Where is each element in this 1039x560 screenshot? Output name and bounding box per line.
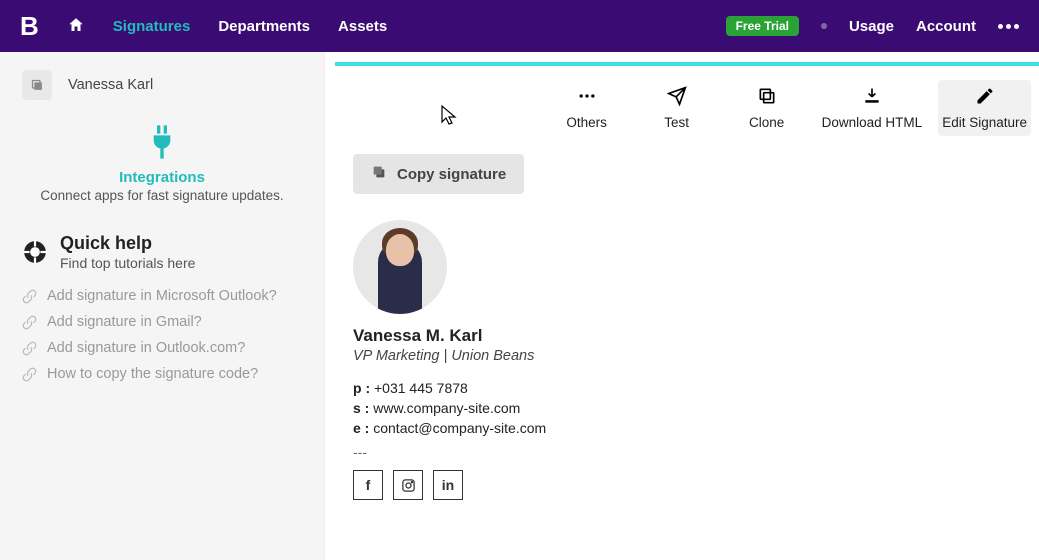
avatar (353, 220, 447, 314)
nav-signatures[interactable]: Signatures (113, 18, 191, 35)
signature-email: e : contact@company-site.com (353, 420, 1021, 436)
edit-icon (975, 86, 995, 109)
copy-signature-button[interactable]: Copy signature (353, 154, 524, 194)
help-link-label: Add signature in Microsoft Outlook? (47, 288, 277, 304)
toolbar-label: Clone (749, 115, 784, 130)
help-link[interactable]: Add signature in Microsoft Outlook? (22, 283, 302, 309)
signature-site: s : www.company-site.com (353, 400, 1021, 416)
nav-departments[interactable]: Departments (218, 18, 310, 35)
signature-title: VP Marketing | Union Beans (353, 348, 1021, 364)
free-trial-badge[interactable]: Free Trial (726, 16, 799, 36)
dots-icon (577, 86, 597, 109)
send-icon (667, 86, 687, 109)
toolbar-edit[interactable]: Edit Signature (938, 80, 1031, 136)
toolbar-clone[interactable]: Clone (728, 80, 806, 136)
toolbar-others[interactable]: Others (548, 80, 626, 136)
facebook-icon[interactable]: f (353, 470, 383, 500)
toolbar-label: Download HTML (822, 115, 923, 130)
help-link-label: How to copy the signature code? (47, 366, 258, 382)
nav-assets[interactable]: Assets (338, 18, 387, 35)
quick-help-subtitle: Find top tutorials here (60, 255, 195, 271)
nav-account[interactable]: Account (916, 18, 976, 35)
clone-icon (757, 86, 777, 109)
instagram-icon[interactable] (393, 470, 423, 500)
toolbar-label: Others (566, 115, 607, 130)
plug-icon (22, 122, 302, 165)
copy-icon (371, 164, 387, 184)
help-link[interactable]: Add signature in Outlook.com? (22, 335, 302, 361)
signature-phone: p : +031 445 7878 (353, 380, 1021, 396)
signature-divider: --- (353, 444, 1021, 460)
lifebuoy-icon (22, 239, 48, 265)
help-link[interactable]: How to copy the signature code? (22, 361, 302, 387)
integrations-title[interactable]: Integrations (22, 169, 302, 186)
home-icon[interactable] (67, 16, 85, 37)
sidebar-user-name: Vanessa Karl (68, 77, 153, 93)
toolbar-download[interactable]: Download HTML (818, 80, 927, 136)
download-icon (862, 86, 882, 109)
nav-usage[interactable]: Usage (849, 18, 894, 35)
signature-name: Vanessa M. Karl (353, 326, 1021, 346)
copy-stack-icon[interactable] (22, 70, 52, 100)
toolbar-label: Test (664, 115, 689, 130)
help-link-label: Add signature in Outlook.com? (47, 340, 245, 356)
quick-help-title: Quick help (60, 233, 195, 254)
help-link-label: Add signature in Gmail? (47, 314, 202, 330)
copy-signature-label: Copy signature (397, 166, 506, 183)
integrations-subtitle: Connect apps for fast signature updates. (22, 188, 302, 203)
logo[interactable]: B (20, 11, 39, 42)
more-icon[interactable] (998, 24, 1019, 29)
toolbar-label: Edit Signature (942, 115, 1027, 130)
status-dot (821, 23, 827, 29)
toolbar-test[interactable]: Test (638, 80, 716, 136)
linkedin-icon[interactable]: in (433, 470, 463, 500)
help-link[interactable]: Add signature in Gmail? (22, 309, 302, 335)
